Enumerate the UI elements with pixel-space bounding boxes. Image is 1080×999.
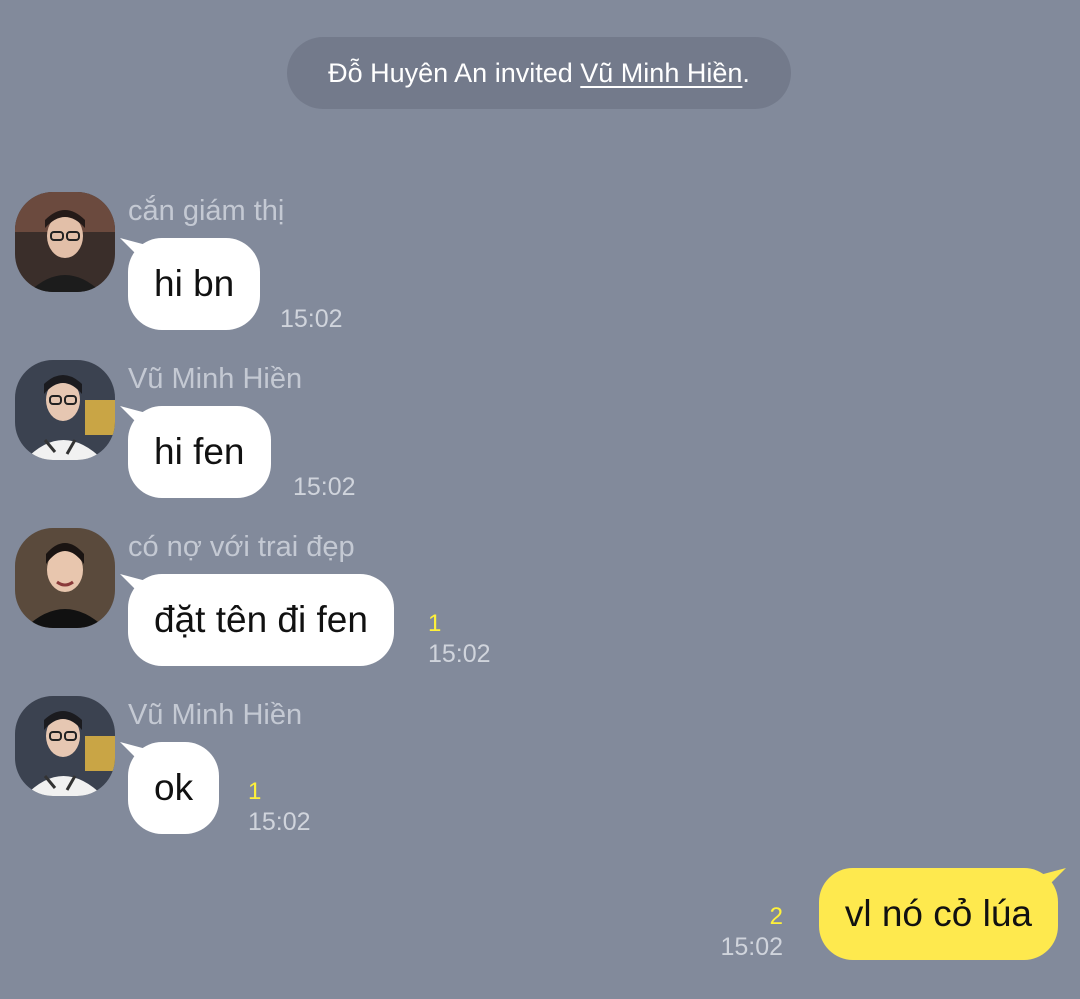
my-message-meta: 2 15:02 (720, 902, 783, 962)
message-time: 15:02 (248, 808, 311, 836)
message-text: đặt tên đi fen (154, 599, 368, 640)
message-time: 15:02 (280, 305, 343, 333)
sender-name: Vũ Minh Hiền (128, 699, 303, 731)
unread-count: 1 (428, 610, 442, 637)
sender-name: có nợ với trai đẹp (128, 531, 355, 563)
avatar-photo-icon (15, 192, 115, 292)
invitee-link[interactable]: Vũ Minh Hiền (580, 58, 742, 89)
bubble-tail (120, 742, 150, 772)
message-meta: 1 15:02 (428, 609, 491, 669)
bubble-tail (120, 238, 150, 268)
bubble-tail (1036, 868, 1066, 898)
sender-avatar[interactable] (15, 192, 115, 292)
bubble-tail (120, 574, 150, 604)
message-bubble[interactable]: hi fen (120, 406, 271, 498)
bubble-tail (120, 406, 150, 436)
avatar-photo-icon (15, 360, 115, 460)
message-text: hi bn (154, 263, 235, 304)
sender-avatar[interactable] (15, 696, 115, 796)
message-text: ok (154, 767, 194, 808)
message-meta: 1 15:02 (248, 777, 311, 837)
message-meta: 15:02 (293, 472, 356, 502)
sender-name: cắn giám thị (128, 195, 285, 227)
system-invite-message: Đỗ Huyên An invited Vũ Minh Hiền . (287, 37, 791, 109)
my-message-bubble[interactable]: vl nó cỏ lúa (818, 868, 1066, 960)
sender-avatar[interactable] (15, 528, 115, 628)
avatar-photo-icon (15, 528, 115, 628)
message-bubble[interactable]: ok (120, 742, 220, 834)
invite-period: . (742, 57, 750, 88)
message-bubble[interactable]: đặt tên đi fen (120, 574, 394, 666)
message-meta: 15:02 (280, 304, 343, 334)
message-bubble[interactable]: hi bn (120, 238, 261, 330)
invite-action: invited (494, 57, 573, 88)
sender-avatar[interactable] (15, 360, 115, 460)
unread-count: 1 (248, 778, 262, 805)
message-text: hi fen (154, 431, 245, 472)
avatar-photo-icon (15, 696, 115, 796)
message-time: 15:02 (428, 640, 491, 668)
sender-name: Vũ Minh Hiền (128, 363, 303, 395)
message-time: 15:02 (293, 473, 356, 501)
unread-count: 2 (769, 903, 783, 930)
inviter-name: Đỗ Huyên An (328, 57, 488, 88)
message-text: vl nó cỏ lúa (844, 893, 1032, 934)
message-time: 15:02 (720, 933, 783, 961)
